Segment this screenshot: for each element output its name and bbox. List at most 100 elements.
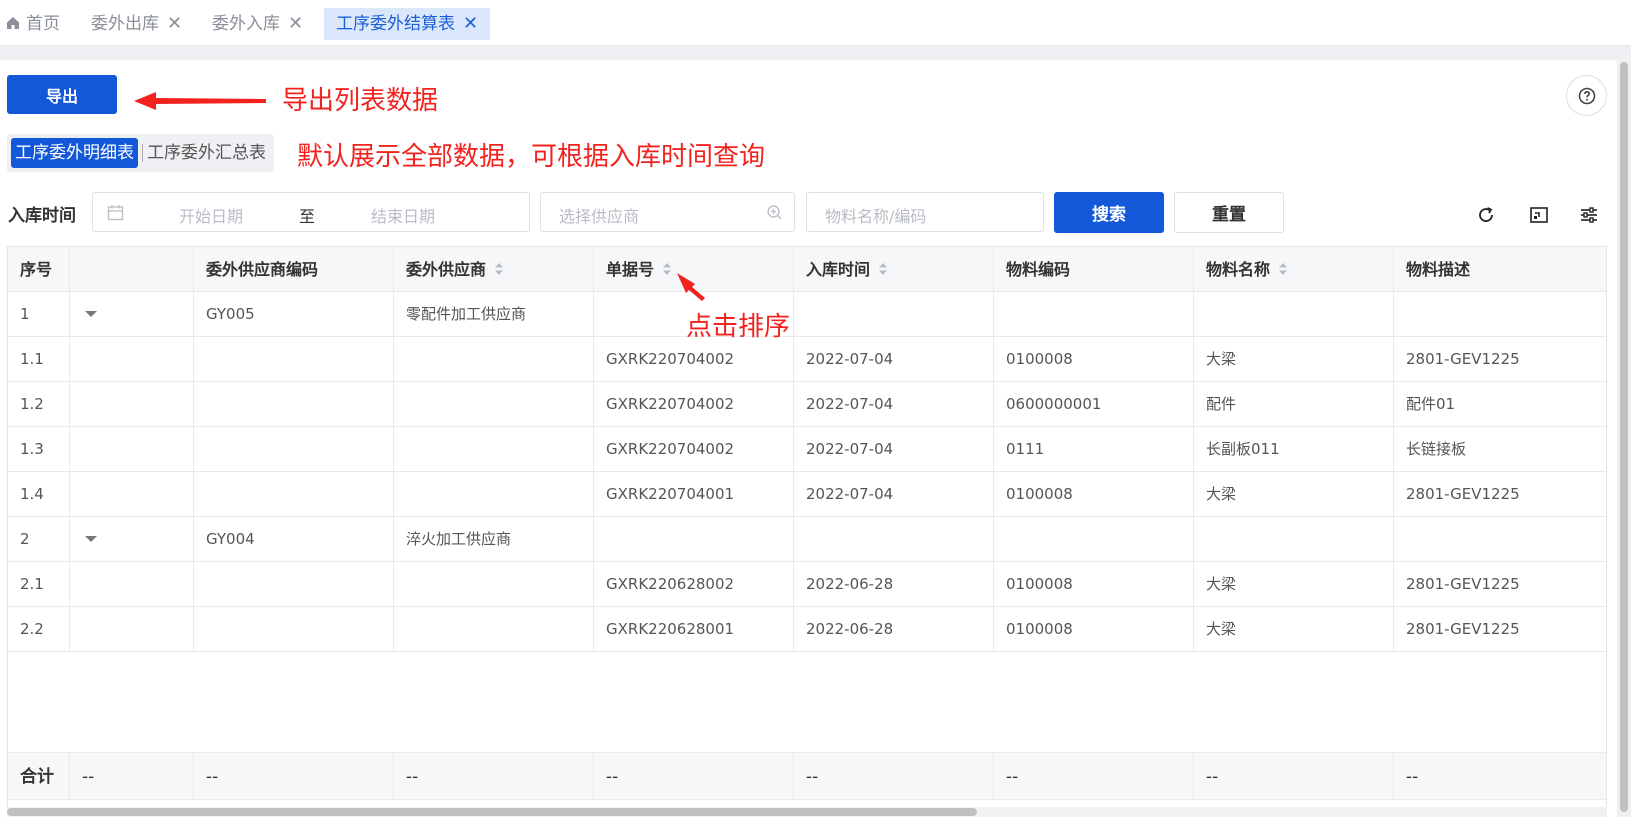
- table-cell: [70, 607, 194, 652]
- table-cell: GXRK220704002: [594, 427, 794, 472]
- cell-value: 2022-07-04: [806, 485, 894, 503]
- close-icon[interactable]: ✕: [288, 13, 303, 34]
- table-cell: 0100008: [994, 337, 1194, 382]
- cell-value: 2.2: [20, 620, 44, 638]
- table-group-row[interactable]: 1 GY005 零配件加工供应商: [8, 292, 1606, 337]
- export-button[interactable]: 导出: [7, 75, 117, 114]
- material-input[interactable]: 物料名称/编码: [806, 192, 1044, 232]
- column-header-label: 单据号: [606, 260, 655, 279]
- help-button[interactable]: [1566, 75, 1607, 116]
- table-cell: 1.1: [8, 337, 70, 382]
- table-cell: 配件: [1194, 382, 1394, 427]
- cell-value: 2801-GEV1225: [1406, 620, 1520, 638]
- table-cell: 零配件加工供应商: [394, 292, 594, 337]
- table-cell: [994, 292, 1194, 337]
- export-annotation: 导出列表数据: [282, 86, 439, 116]
- cell-value: GXRK220704002: [606, 395, 735, 413]
- refresh-icon[interactable]: [1476, 205, 1496, 225]
- end-date-input[interactable]: 结束日期: [371, 203, 435, 227]
- tab-outsource-in[interactable]: 委外入库 ✕: [212, 8, 303, 40]
- table-row[interactable]: 2.1 GXRK220628002 2022-06-28 0100008 大梁 2801-…: [8, 562, 1606, 607]
- table-cell: 1.3: [8, 427, 70, 472]
- start-date-input[interactable]: 开始日期: [179, 203, 243, 227]
- table-cell: [394, 607, 594, 652]
- cell-value: GXRK220704001: [606, 485, 735, 503]
- table-cell: 0100008: [994, 472, 1194, 517]
- column-header-label: 委外供应商编码: [206, 260, 319, 279]
- table-cell[interactable]: [70, 292, 194, 337]
- table-cell: [1394, 517, 1606, 562]
- column-header: [70, 247, 194, 292]
- column-header: 物料编码: [994, 247, 1194, 292]
- table-cell: 长链接板: [1394, 427, 1606, 472]
- date-separator: 至: [299, 207, 316, 226]
- sort-icon[interactable]: [662, 262, 672, 276]
- scrollbar-thumb[interactable]: [7, 808, 977, 816]
- cell-value: 2022-07-04: [806, 395, 894, 413]
- cell-value: 0600000001: [1006, 395, 1102, 413]
- horizontal-scrollbar[interactable]: [7, 807, 1607, 817]
- caret-down-icon[interactable]: [84, 534, 98, 544]
- column-header[interactable]: 入库时间: [794, 247, 994, 292]
- table-cell[interactable]: [70, 517, 194, 562]
- table-row[interactable]: 1.4 GXRK220704001 2022-07-04 0100008 大梁 2801-…: [8, 472, 1606, 517]
- scrollbar-thumb[interactable]: [1620, 62, 1628, 812]
- segment-divider: [142, 144, 143, 162]
- column-header[interactable]: 单据号: [594, 247, 794, 292]
- table-cell: 2022-07-04: [794, 382, 994, 427]
- material-placeholder: 物料名称/编码: [825, 207, 927, 226]
- table-cell: 大梁: [1194, 607, 1394, 652]
- close-icon[interactable]: ✕: [463, 13, 478, 34]
- sort-icon[interactable]: [494, 262, 504, 276]
- cell-value: 长副板011: [1206, 440, 1280, 458]
- column-settings-icon[interactable]: [1579, 205, 1599, 225]
- sort-icon[interactable]: [1278, 262, 1288, 276]
- table-row[interactable]: 1.1 GXRK220704002 2022-07-04 0100008 大梁 2801-…: [8, 337, 1606, 382]
- segment-detail[interactable]: 工序委外明细表: [11, 138, 138, 168]
- table-row[interactable]: 2.2 GXRK220628001 2022-06-28 0100008 大梁 2801-…: [8, 607, 1606, 652]
- cell-value: 0100008: [1006, 575, 1073, 593]
- tab-bar: 首页 委外出库 ✕ 委外入库 ✕ 工序委外结算表 ✕: [0, 0, 1631, 46]
- date-range-picker[interactable]: 开始日期 至 结束日期: [92, 192, 530, 232]
- table-cell: 2801-GEV1225: [1394, 562, 1606, 607]
- table-cell: GY005: [194, 292, 394, 337]
- search-button[interactable]: 搜索: [1054, 192, 1164, 233]
- default-annotation: 默认展示全部数据，可根据入库时间查询: [297, 142, 766, 172]
- column-header: 委外供应商编码: [194, 247, 394, 292]
- table-cell: 大梁: [1194, 562, 1394, 607]
- table-cell: 0100008: [994, 562, 1194, 607]
- table-row[interactable]: 1.2 GXRK220704002 2022-07-04 0600000001 配件 配件…: [8, 382, 1606, 427]
- column-header-label: 物料编码: [1006, 260, 1071, 279]
- total-cell: --: [70, 753, 194, 801]
- cell-value: 配件01: [1406, 395, 1456, 413]
- cell-value: 1.3: [20, 440, 44, 458]
- tab-outsource-out[interactable]: 委外出库 ✕: [91, 8, 182, 40]
- cell-value: 1.2: [20, 395, 44, 413]
- table-cell: [794, 292, 994, 337]
- question-circle-icon: [1578, 87, 1596, 105]
- sort-icon[interactable]: [878, 262, 888, 276]
- table-group-row[interactable]: 2 GY004 淬火加工供应商: [8, 517, 1606, 562]
- vertical-scrollbar[interactable]: [1617, 60, 1631, 817]
- reset-button[interactable]: 重置: [1174, 192, 1284, 233]
- cell-value: 0100008: [1006, 485, 1073, 503]
- cell-value: 零配件加工供应商: [406, 305, 527, 323]
- table-cell: [1194, 292, 1394, 337]
- caret-down-icon[interactable]: [84, 309, 98, 319]
- tab-home[interactable]: 首页: [6, 8, 60, 40]
- table-row[interactable]: 1.3 GXRK220704002 2022-07-04 0111 长副板011 长链接板: [8, 427, 1606, 472]
- column-header-label: 委外供应商: [406, 260, 487, 279]
- column-header[interactable]: 物料名称: [1194, 247, 1394, 292]
- table-cell: 0600000001: [994, 382, 1194, 427]
- search-plus-icon[interactable]: [766, 204, 783, 221]
- supplier-select[interactable]: 选择供应商: [540, 192, 795, 232]
- close-icon[interactable]: ✕: [167, 13, 182, 34]
- segment-summary[interactable]: 工序委外汇总表: [147, 138, 266, 168]
- tab-settlement[interactable]: 工序委外结算表 ✕: [324, 8, 491, 40]
- cell-value: GXRK220628002: [606, 575, 735, 593]
- cell-value: 1: [20, 305, 30, 323]
- density-icon[interactable]: [1529, 205, 1549, 225]
- column-header[interactable]: 委外供应商: [394, 247, 594, 292]
- table-cell: 2.2: [8, 607, 70, 652]
- table-cell: [70, 382, 194, 427]
